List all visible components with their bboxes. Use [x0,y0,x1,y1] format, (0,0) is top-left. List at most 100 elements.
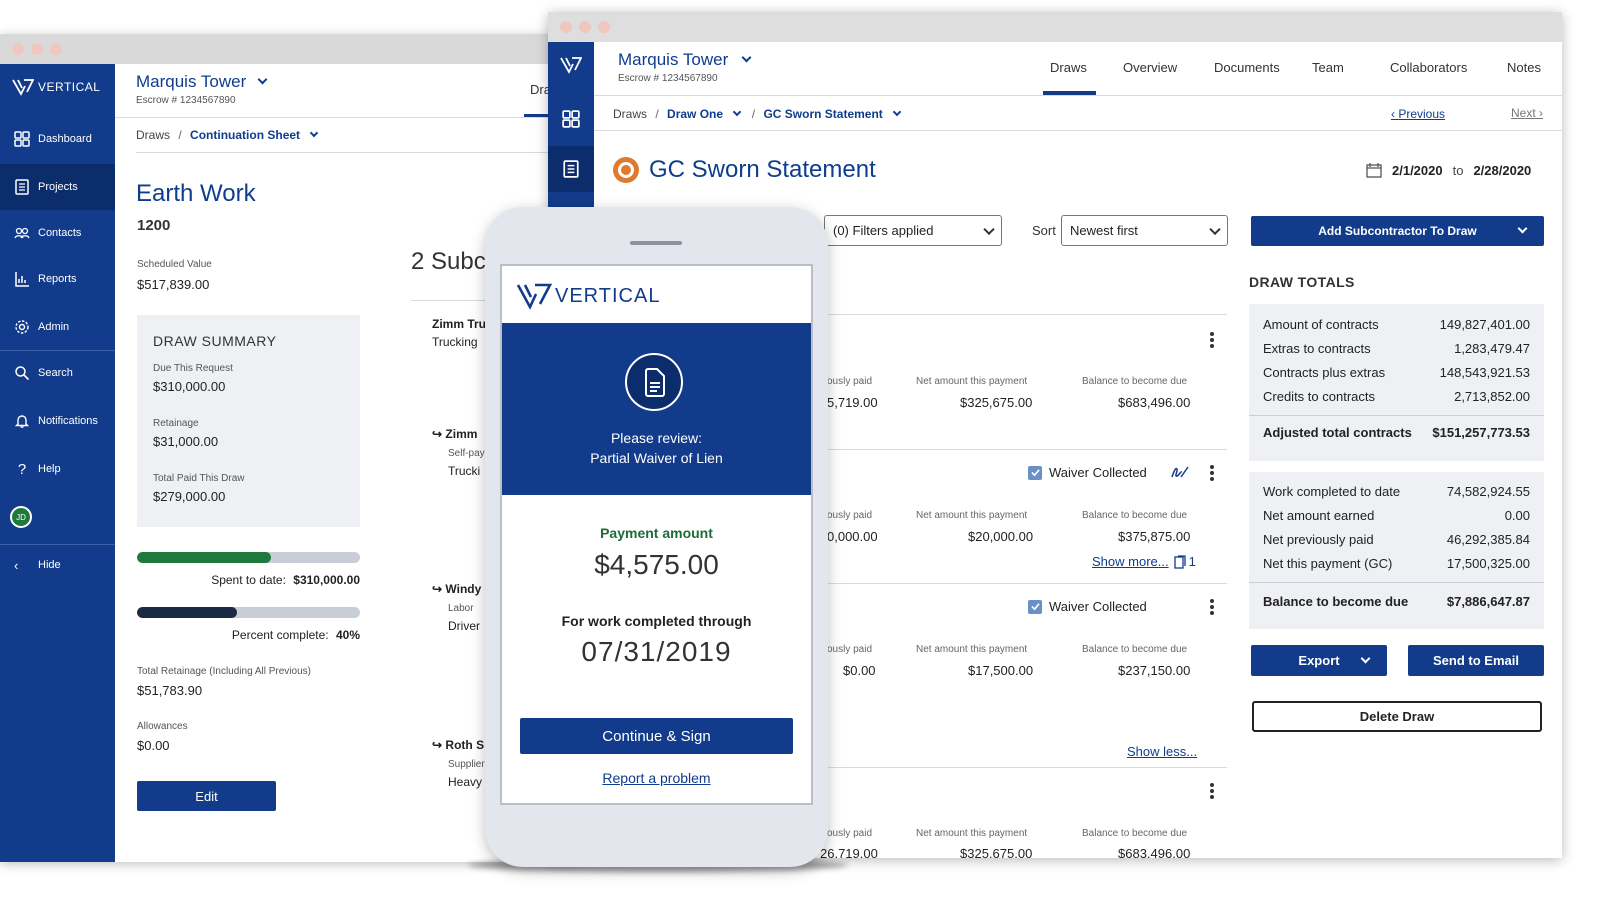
payment-value: $4,575.00 [594,549,719,580]
sidebar-item-label: Contacts [38,227,82,239]
col-prev-label: ously paid [827,644,873,655]
draw-totals-heading: DRAW TOTALS [1249,274,1355,290]
show-more-row: Show more... 1 [1092,554,1196,569]
breadcrumb-gc-sworn-statement[interactable]: GC Sworn Statement [763,107,882,121]
totals-card-contracts: Amount of contracts 149,827,401.00 Extras… [1249,304,1544,461]
row-menu-icon[interactable] [1210,783,1214,799]
breadcrumb-continuation-sheet[interactable]: Continuation Sheet [190,128,300,142]
scheduled-value-label: Scheduled Value [137,259,212,270]
breadcrumb: Draws / Continuation Sheet [136,128,319,142]
phone-screen: VERTICAL Please review: Partial Waiver o… [500,264,813,805]
tab-collaborators[interactable]: Collaborators [1390,60,1467,75]
project-name: Marquis Tower [136,72,247,91]
filters-select[interactable]: (0) Filters applied [824,215,1002,246]
sidebar-item-search[interactable]: Search [0,350,115,396]
row-menu-icon[interactable] [1210,332,1214,348]
total-retainage-value: $51,783.90 [137,683,203,698]
report-problem-link[interactable]: Report a problem [502,770,811,786]
totals-label: Net amount earned [1263,508,1375,523]
sidebar-item-dashboard[interactable]: Dashboard [0,116,115,162]
sidebar-item-reports[interactable]: Reports [0,256,115,302]
totals-value: 74,582,924.55 [1446,484,1530,499]
delete-draw-button[interactable]: Delete Draw [1252,701,1542,732]
chevron-down-icon[interactable] [892,107,902,117]
tab-overview[interactable]: Overview [1123,60,1177,75]
show-less-link[interactable]: Show less... [1127,744,1197,759]
add-subcontractor-button[interactable]: Add Subcontractor To Draw [1251,216,1544,246]
cost-code: 1200 [137,217,171,234]
sub-row[interactable]: ↪ Zimm [432,427,477,441]
next-link[interactable]: Next › [1511,106,1543,120]
percent-progress-bar [137,607,360,618]
percent-complete: Percent complete: 40% [137,628,360,642]
minimize-window-dot[interactable] [31,43,43,55]
chevron-down-icon[interactable] [1517,223,1528,234]
chevron-down-icon [741,52,752,63]
attachment-count: 1 [1188,554,1196,569]
payment-label: Payment amount [600,525,713,541]
show-more-link[interactable]: Show more... [1092,554,1169,569]
breadcrumb-draws[interactable]: Draws [136,128,170,142]
totals-row: Net previously paid 46,292,385.84 [1263,532,1530,547]
attachment-icon[interactable] [1173,554,1186,569]
close-window-dot[interactable] [12,43,24,55]
send-email-button[interactable]: Send to Email [1408,645,1544,676]
vertical-logo: VERTICAL [12,78,100,96]
breadcrumb-divider [136,152,550,153]
sidebar-item-help[interactable]: ? Help [0,446,115,492]
row-menu-icon[interactable] [1210,465,1214,481]
sub-row[interactable]: ↪ Roth S [432,738,484,752]
waiver-collected-checkbox[interactable]: Waiver Collected [1028,599,1147,614]
balance-due-value: $7,886,647.87 [1446,594,1530,609]
signature-icon[interactable] [1170,464,1190,480]
sidebar-item-contacts[interactable]: Contacts [0,210,115,256]
hide-label: Hide [38,559,61,571]
checkmark-icon [1028,465,1042,480]
sidebar-item-notifications[interactable]: Notifications [0,398,115,444]
dashboard-icon[interactable] [562,110,580,128]
sidebar-item-projects[interactable]: Projects [0,164,115,210]
totals-card-payments: Work completed to date 74,582,924.55 Net … [1249,472,1544,629]
close-window-dot[interactable] [560,21,572,33]
chevron-down-icon[interactable] [310,128,319,138]
minimize-window-dot[interactable] [579,21,591,33]
sub-name: Roth S [445,738,485,752]
tab-notes[interactable]: Notes [1507,60,1541,75]
sub-name[interactable]: Zimm Tru [432,317,486,331]
zoom-window-dot[interactable] [50,43,62,55]
projects-icon [15,179,29,195]
col-prev-label: ously paid [827,376,873,387]
breadcrumb-draws[interactable]: Draws [613,107,647,121]
col-bal-label: Balance to become due [1082,828,1188,839]
edit-button[interactable]: Edit [137,781,276,811]
due-value: $310,000.00 [153,379,226,394]
sub-row[interactable]: ↪ Windy [432,582,481,596]
projects-icon [563,160,579,178]
sidebar-item-admin[interactable]: Admin [0,304,115,350]
review-banner: Please review: Partial Waiver of Lien [502,323,811,495]
chevron-down-icon[interactable] [733,107,742,117]
project-selector[interactable]: Marquis Tower [618,50,752,70]
date-range[interactable]: 2/1/2020 to 2/28/2020 [1366,162,1531,178]
projects-rail-item[interactable] [548,146,594,192]
row-menu-icon[interactable] [1210,599,1214,615]
chevron-down-icon [1209,223,1221,235]
zoom-window-dot[interactable] [598,21,610,33]
hide-sidebar-button[interactable]: ‹ Hide [0,542,115,588]
sub-desc: Trucki [448,464,481,478]
sort-select[interactable]: Newest first [1061,215,1228,246]
sidebar-item-label: Dashboard [38,133,92,145]
avatar[interactable]: JD [10,506,32,528]
breadcrumb-draw-one[interactable]: Draw One [667,107,723,121]
tab-draws[interactable]: Draws [1050,60,1087,75]
previous-link[interactable]: ‹ Previous [1391,107,1445,121]
waiver-collected-checkbox[interactable]: Waiver Collected [1028,465,1147,480]
tab-team[interactable]: Team [1312,60,1344,75]
tab-documents[interactable]: Documents [1214,60,1280,75]
date-to: 2/28/2020 [1473,162,1532,178]
totals-label: Extras to contracts [1263,341,1371,356]
date-to-label: to [1452,162,1464,178]
project-selector[interactable]: Marquis Tower [136,72,268,92]
export-button[interactable]: Export [1251,645,1387,676]
continue-sign-button[interactable]: Continue & Sign [520,718,793,754]
